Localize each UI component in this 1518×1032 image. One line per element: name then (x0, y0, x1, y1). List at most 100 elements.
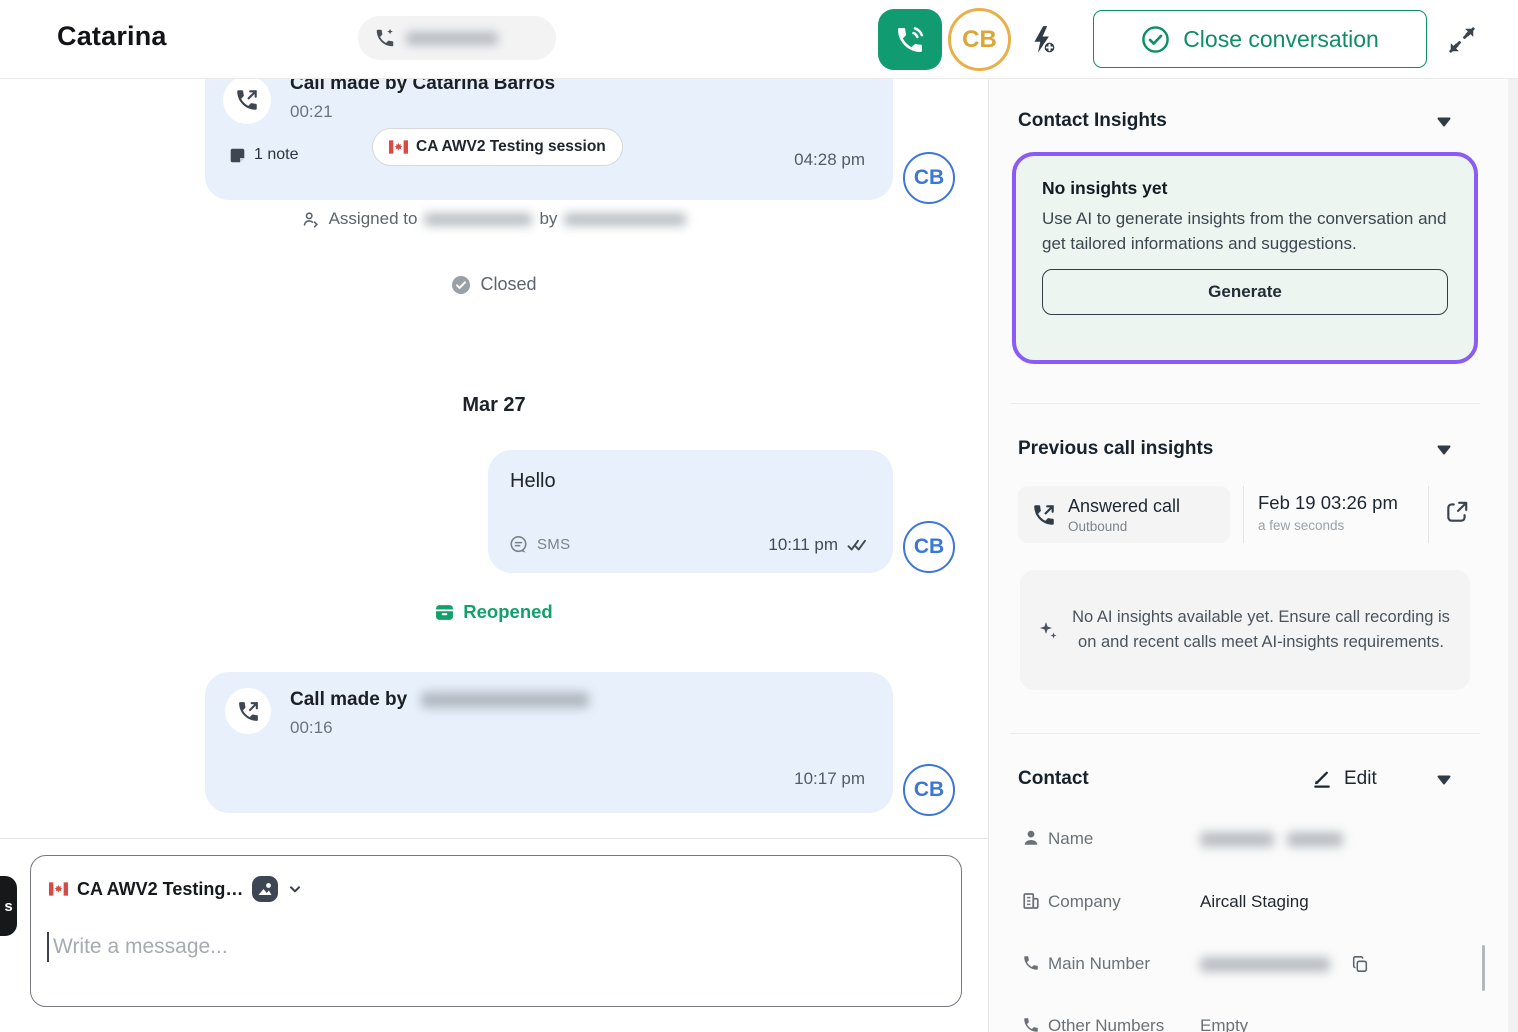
closed-check-icon (451, 275, 471, 295)
close-conversation-button[interactable]: Close conversation (1093, 10, 1427, 68)
phone-number-redacted (1200, 957, 1330, 972)
contact-row-label: Other Numbers (1048, 1016, 1164, 1032)
contact-main-number-value (1200, 954, 1330, 974)
conversation-header: Catarina CB Close conversation (0, 0, 1518, 79)
assigner-name-redacted (564, 213, 686, 226)
reopened-label: Reopened (463, 601, 552, 623)
triangle-down-icon (1436, 444, 1452, 456)
delivered-double-check-icon (847, 539, 869, 552)
phone-icon (1022, 1016, 1040, 1032)
call-tag-label: CA AWV2 Testing session (416, 138, 606, 156)
call-card-2[interactable]: Call made by 00:16 10:17 pm (205, 672, 893, 813)
call-tag[interactable]: CA AWV2 Testing session (372, 128, 623, 166)
triangle-down-icon (1436, 774, 1452, 786)
ai-card-title: No insights yet (1042, 178, 1448, 199)
section-divider (1010, 733, 1480, 734)
reopened-box-icon (435, 603, 454, 622)
contact-section-title: Contact (1018, 768, 1089, 790)
panel-divider (988, 78, 989, 1032)
name-redacted (1287, 832, 1343, 847)
image-avatar-icon (252, 876, 278, 902)
assignment-text: Assigned to by (329, 209, 687, 229)
sms-channel: SMS (508, 534, 570, 555)
conversation-window: Call made by Catarina Barros 00:21 CA AW… (0, 0, 1518, 1032)
caller-name-redacted (421, 692, 589, 708)
previous-call-datetime: Feb 19 03:26 pm a few seconds (1258, 492, 1398, 533)
ai-notice-box: No AI insights available yet. Ensure cal… (1020, 570, 1470, 690)
sparkle-icon (1038, 620, 1058, 640)
call-title: Call made by (290, 689, 589, 711)
text-caret (47, 932, 49, 962)
expand-arrows-icon (1447, 25, 1477, 55)
vertical-separator (1428, 486, 1429, 543)
message-input[interactable]: Write a message... (47, 932, 228, 962)
outbound-call-icon (1031, 502, 1057, 528)
assigned-to-label: Assigned to (329, 209, 418, 229)
generate-insights-button[interactable]: Generate (1042, 269, 1448, 315)
note-count[interactable]: 1 note (229, 146, 298, 164)
vertical-separator (1243, 486, 1244, 543)
copy-icon (1351, 955, 1369, 973)
previous-call-insights-title: Previous call insights (1018, 438, 1213, 460)
composer-line-selector[interactable]: CA AWV2 Testing… (49, 876, 303, 902)
previous-call-chip: Answered call Outbound (1018, 486, 1230, 543)
chevron-down-icon (287, 881, 303, 897)
avatar: CB (903, 152, 955, 204)
phone-icon (1022, 954, 1040, 972)
note-icon (229, 147, 246, 164)
contact-insights-collapse-button[interactable] (1434, 115, 1454, 131)
start-call-button[interactable] (878, 9, 942, 70)
sms-message-text: Hello (510, 470, 556, 493)
assignee-name-redacted (424, 213, 532, 226)
shortcuts-side-tab[interactable]: s (0, 876, 17, 936)
composer-divider (0, 838, 988, 839)
call-time: 04:28 pm (794, 150, 865, 170)
phone-star-icon (374, 27, 396, 49)
person-icon (1022, 829, 1040, 847)
edit-label: Edit (1344, 768, 1377, 790)
closed-label: Closed (480, 274, 536, 295)
contact-row-label: Company (1048, 892, 1121, 912)
message-composer[interactable]: CA AWV2 Testing… Write a message... (30, 855, 962, 1007)
triangle-down-icon (1436, 116, 1452, 128)
contact-other-numbers-value: Empty (1200, 1016, 1248, 1032)
assignment-event: Assigned to by (0, 209, 988, 229)
add-automation-button[interactable] (1021, 19, 1063, 61)
contact-company-value: Aircall Staging (1200, 892, 1309, 912)
assigned-by-label: by (539, 209, 557, 229)
contact-number-pill[interactable] (358, 16, 556, 60)
contact-collapse-button[interactable] (1434, 773, 1454, 789)
call-title-label: Call made by (290, 689, 407, 710)
composer-line-label: CA AWV2 Testing… (77, 879, 243, 900)
name-redacted (1200, 832, 1274, 847)
call-duration: 00:21 (290, 102, 333, 122)
assign-user-icon (302, 210, 320, 228)
expand-window-button[interactable] (1441, 19, 1483, 61)
closed-event: Closed (0, 274, 988, 295)
page-title: Catarina (57, 21, 167, 52)
sidebar-scrollbar[interactable] (1482, 945, 1485, 991)
phone-number-redacted (406, 32, 498, 45)
call-time: 10:17 pm (794, 769, 865, 789)
check-circle-icon (1141, 25, 1170, 54)
contact-insights-title: Contact Insights (1018, 110, 1167, 132)
call-direction: Outbound (1068, 519, 1180, 534)
copy-number-button[interactable] (1350, 955, 1370, 975)
outbound-call-icon (225, 688, 271, 734)
open-call-button[interactable] (1442, 498, 1472, 528)
sms-icon (508, 534, 529, 555)
note-count-label: 1 note (254, 146, 298, 164)
user-avatar[interactable]: CB (948, 8, 1011, 71)
edit-contact-button[interactable]: Edit (1306, 767, 1383, 791)
avatar: CB (903, 521, 955, 573)
date-divider: Mar 27 (0, 394, 988, 417)
ai-insights-card: No insights yet Use AI to generate insig… (1012, 152, 1478, 364)
call-type: Answered call (1068, 496, 1180, 517)
contact-row-label: Main Number (1048, 954, 1150, 974)
previous-call-insights-collapse-button[interactable] (1434, 443, 1454, 459)
avatar: CB (903, 764, 955, 816)
pencil-icon (1312, 769, 1333, 790)
side-tab-label: s (4, 898, 12, 915)
outbound-call-icon (223, 76, 271, 124)
sms-time-label: 10:11 pm (768, 535, 838, 555)
